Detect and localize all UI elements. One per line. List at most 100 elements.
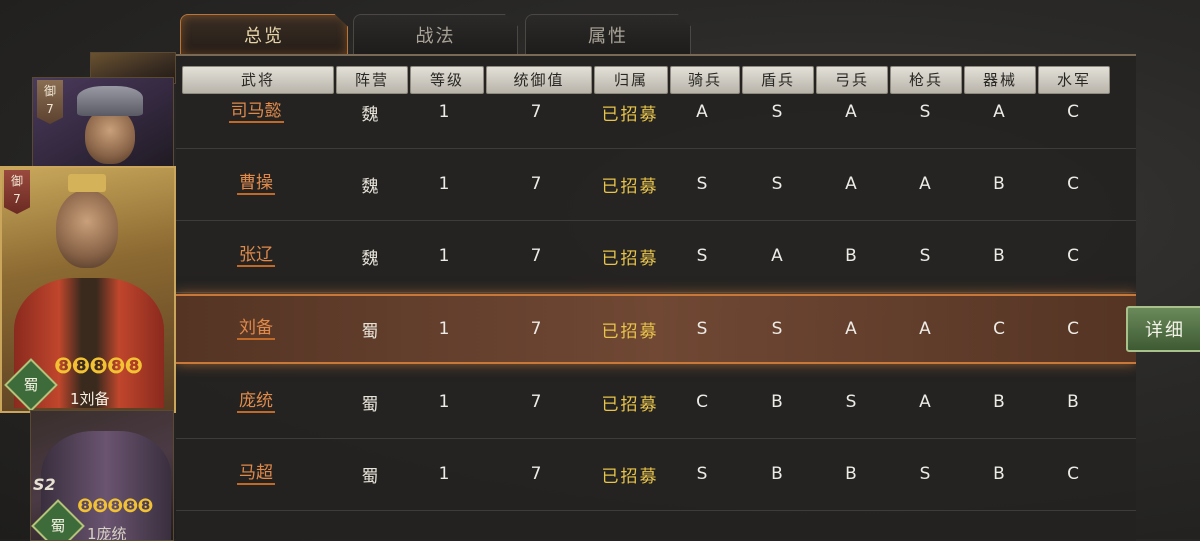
hero-card-next[interactable]: S2 蜀 ❽❽❽❽❽ 1庞统 (30, 410, 174, 541)
star-rating: ❽❽❽❽❽ (77, 495, 153, 517)
bow-grade: A (845, 102, 857, 122)
level-cell: 1 (438, 246, 450, 266)
faction-cell: 蜀 (361, 394, 379, 415)
status-cell: 已招募 (601, 466, 659, 487)
command-badge: 御7 (37, 80, 63, 124)
status-cell: 已招募 (601, 248, 659, 269)
siege-grade: B (993, 464, 1005, 484)
detail-button-label: 详细 (1145, 320, 1185, 341)
siege-grade: A (993, 102, 1005, 122)
bow-grade: B (845, 246, 857, 266)
navy-grade: C (1067, 319, 1079, 339)
column-header-shield[interactable]: 盾兵 (742, 66, 814, 94)
spear-grade: S (919, 102, 931, 122)
navy-grade: C (1067, 102, 1079, 122)
bow-grade: S (845, 392, 857, 412)
siege-grade: B (993, 174, 1005, 194)
column-header-bow[interactable]: 弓兵 (816, 66, 888, 94)
hero-card-name: 1庞统 (87, 525, 127, 541)
badge-label: 御 (43, 84, 56, 98)
column-header-general[interactable]: 武将 (182, 66, 334, 94)
faction-cell: 魏 (361, 104, 379, 125)
navy-grade: C (1067, 464, 1079, 484)
column-header-ownership[interactable]: 归属 (594, 66, 668, 94)
table-row-selected[interactable]: 刘备 蜀 1 7 已招募 S S A A C C (176, 294, 1136, 364)
spear-grade: A (919, 174, 931, 194)
bow-grade: B (845, 464, 857, 484)
command-cell: 7 (530, 246, 542, 266)
level-cell: 1 (438, 102, 450, 122)
table-row[interactable]: 曹操 魏 1 7 已招募 S S A A B C (176, 148, 1136, 221)
cavalry-grade: A (696, 102, 708, 122)
cavalry-grade: S (696, 464, 708, 484)
hero-card-selected[interactable]: 御 7 蜀 ❽❽❽❽❽ 1刘备 (0, 166, 176, 413)
bow-grade: A (845, 319, 857, 339)
siege-grade: B (993, 246, 1005, 266)
table-row[interactable]: 司马懿 魏 1 7 已招募 A S A S A C (176, 102, 1136, 149)
tab-attributes[interactable]: 属性 (525, 14, 691, 55)
column-header-navy[interactable]: 水军 (1038, 66, 1110, 94)
tab-tactics-label: 战法 (415, 26, 456, 47)
faction-label: 蜀 (50, 517, 66, 535)
status-cell: 已招募 (601, 394, 659, 415)
general-name[interactable]: 曹操 (237, 173, 275, 195)
status-cell: 已招募 (601, 104, 659, 125)
level-cell: 1 (438, 464, 450, 484)
command-cell: 7 (530, 392, 542, 412)
level-cell: 1 (438, 174, 450, 194)
hero-portrait (85, 108, 135, 164)
detail-button[interactable]: 详细 (1126, 306, 1200, 352)
crown-icon (68, 174, 106, 192)
hero-card-previous[interactable]: 御7 (32, 77, 174, 171)
navy-grade: C (1067, 174, 1079, 194)
siege-grade: B (993, 392, 1005, 412)
command-cell: 7 (530, 319, 542, 339)
cavalry-grade: S (696, 246, 708, 266)
helmet-icon (77, 86, 143, 116)
column-header-cavalry[interactable]: 骑兵 (670, 66, 740, 94)
tab-overview-label: 总览 (244, 26, 284, 47)
faction-cell: 魏 (361, 176, 379, 197)
badge-number: 7 (13, 192, 21, 206)
general-name[interactable]: 刘备 (237, 318, 275, 340)
badge-number: 7 (46, 102, 54, 116)
hero-portrait (56, 190, 118, 268)
tab-attributes-label: 属性 (588, 26, 628, 47)
table-row[interactable]: 庞统 蜀 1 7 已招募 C B S A B B (176, 366, 1136, 439)
hero-card-name: 1刘备 (70, 390, 110, 408)
column-header-level[interactable]: 等级 (410, 66, 484, 94)
general-name[interactable]: 马超 (237, 463, 275, 485)
season-tag: S2 (33, 475, 56, 494)
command-cell: 7 (530, 174, 542, 194)
cavalry-grade: S (696, 319, 708, 339)
shield-grade: B (771, 464, 783, 484)
general-name[interactable]: 司马懿 (228, 102, 284, 123)
column-header-spear[interactable]: 枪兵 (890, 66, 962, 94)
tab-overview[interactable]: 总览 (180, 14, 348, 56)
table-row[interactable]: 马超 蜀 1 7 已招募 S B B S B C (176, 438, 1136, 511)
navy-grade: C (1067, 246, 1079, 266)
column-header-command[interactable]: 统御值 (486, 66, 592, 94)
command-cell: 7 (530, 464, 542, 484)
general-table-panel: 武将 阵营 等级 统御值 归属 骑兵 盾兵 弓兵 枪兵 器械 水军 司马懿 魏 … (176, 54, 1136, 541)
table-row[interactable]: 张辽 魏 1 7 已招募 S A B S B C (176, 220, 1136, 293)
tab-tactics[interactable]: 战法 (353, 14, 518, 55)
column-header-faction[interactable]: 阵营 (336, 66, 408, 94)
level-cell: 1 (438, 319, 450, 339)
star-rating: ❽❽❽❽❽ (54, 354, 143, 379)
general-name[interactable]: 庞统 (237, 391, 275, 413)
shield-grade: B (771, 392, 783, 412)
faction-cell: 蜀 (361, 466, 379, 487)
shield-grade: A (771, 246, 783, 266)
cavalry-grade: S (696, 174, 708, 194)
badge-label: 御 (10, 174, 23, 188)
faction-cell: 魏 (361, 248, 379, 269)
shield-grade: S (771, 174, 783, 194)
status-cell: 已招募 (601, 176, 659, 197)
column-header-siege[interactable]: 器械 (964, 66, 1036, 94)
level-cell: 1 (438, 392, 450, 412)
general-name[interactable]: 张辽 (237, 245, 275, 267)
faction-label: 蜀 (23, 376, 39, 394)
spear-grade: A (919, 392, 931, 412)
faction-cell: 蜀 (361, 321, 379, 342)
